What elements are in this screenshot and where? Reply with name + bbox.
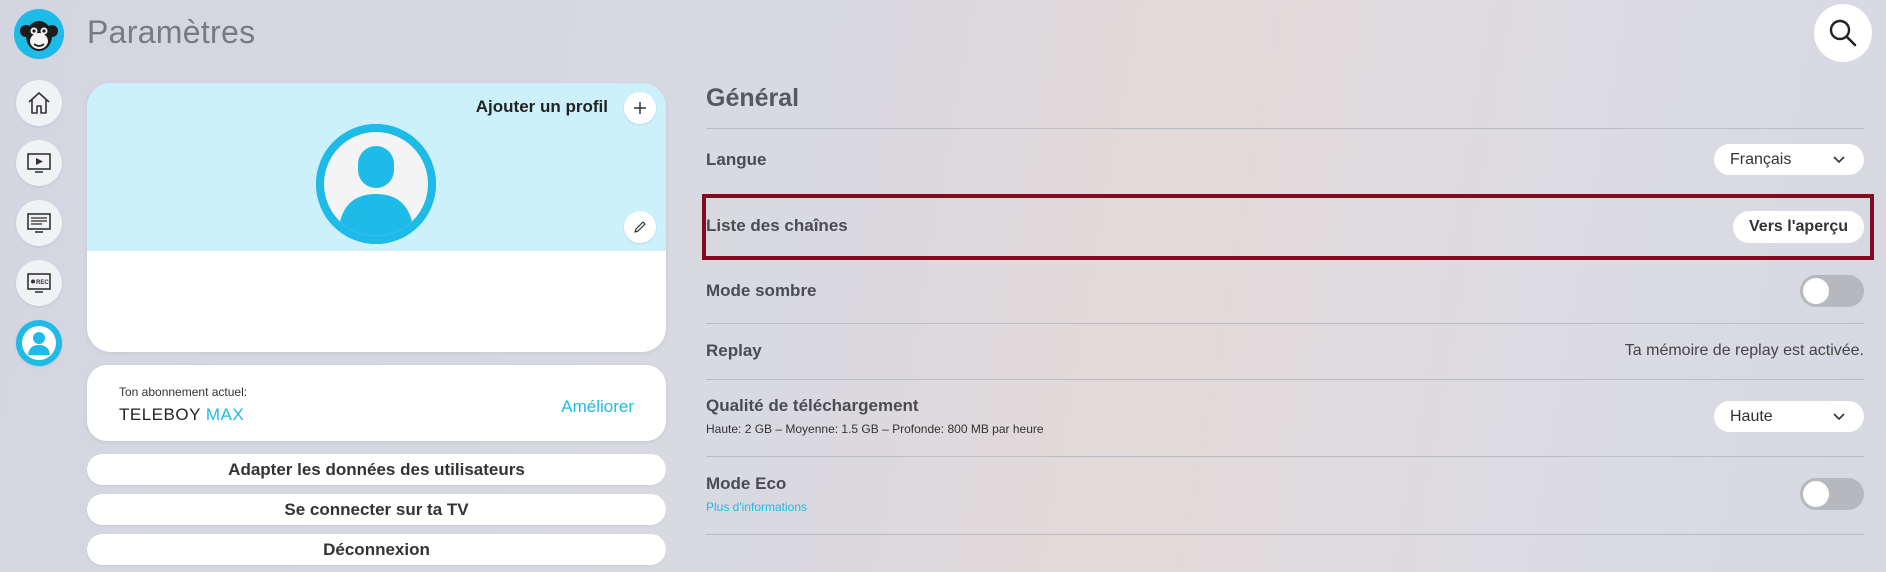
download-quality-label: Qualité de téléchargement [706, 396, 919, 415]
setting-row-eco-mode: Mode Eco Plus d'informations [706, 474, 1864, 518]
plan-name: TELEBOY [119, 405, 201, 424]
setting-row-download-quality: Qualité de téléchargement Haute: 2 GB – … [706, 396, 1864, 440]
chevron-down-icon [1833, 413, 1845, 421]
setting-row-channel-list: Liste des chaînes Vers l'aperçu [706, 210, 1864, 244]
nav-item-live-tv[interactable] [16, 140, 62, 186]
svg-text:REC: REC [36, 280, 49, 286]
divider [706, 534, 1864, 535]
divider [706, 323, 1864, 324]
download-quality-value: Haute [1730, 407, 1773, 425]
dark-mode-label: Mode sombre [706, 281, 817, 300]
connect-tv-button[interactable]: Se connecter sur ta TV [87, 494, 666, 525]
setting-row-dark-mode: Mode sombre [706, 274, 1864, 308]
upgrade-link[interactable]: Améliorer [561, 397, 634, 417]
section-title: Général [706, 84, 800, 112]
plus-icon [634, 102, 646, 114]
setting-row-replay: Replay Ta mémoire de replay est activée. [706, 339, 1864, 365]
chevron-down-icon [1833, 156, 1845, 164]
toggle-knob [1803, 278, 1829, 304]
divider [706, 379, 1864, 380]
eco-mode-toggle[interactable] [1800, 478, 1864, 510]
edit-user-data-button[interactable]: Adapter les données des utilisateurs [87, 454, 666, 485]
search-icon [1829, 19, 1857, 47]
dark-mode-toggle[interactable] [1800, 275, 1864, 307]
download-quality-description: Haute: 2 GB – Moyenne: 1.5 GB – Profonde… [706, 422, 1044, 436]
profile-card-header: Ajouter un profil [87, 83, 666, 251]
plan-tier: MAX [205, 405, 245, 424]
user-icon [22, 326, 56, 360]
nav-item-profile[interactable] [16, 320, 62, 366]
play-screen-icon [27, 153, 51, 173]
logout-button[interactable]: Déconnexion [87, 534, 666, 565]
replay-label: Replay [706, 341, 762, 360]
divider [706, 128, 1864, 129]
divider [706, 456, 1864, 457]
sidebar-nav: REC [16, 80, 62, 380]
nav-item-recordings[interactable]: REC [16, 260, 62, 306]
toggle-knob [1803, 481, 1829, 507]
channel-list-label: Liste des chaînes [706, 216, 848, 235]
add-profile-button[interactable] [624, 92, 656, 124]
language-select[interactable]: Français [1714, 144, 1864, 175]
add-profile-label[interactable]: Ajouter un profil [476, 97, 608, 117]
profile-avatar[interactable] [316, 124, 436, 244]
channel-overview-button[interactable]: Vers l'aperçu [1733, 211, 1864, 243]
nav-item-home[interactable] [16, 80, 62, 126]
eco-mode-label: Mode Eco [706, 474, 787, 493]
edit-profile-button[interactable] [624, 211, 656, 243]
eco-mode-info-link[interactable]: Plus d'informations [706, 500, 807, 514]
nav-item-tv-guide[interactable] [16, 200, 62, 246]
subscription-card: Ton abonnement actuel: TELEBOY MAX Améli… [87, 365, 666, 441]
pencil-icon [634, 221, 646, 233]
search-button[interactable] [1814, 4, 1872, 62]
language-label: Langue [706, 150, 767, 169]
profile-card: Ajouter un profil [87, 83, 666, 352]
page-title: Paramètres [87, 14, 256, 50]
setting-row-language: Langue Français [706, 144, 1864, 178]
subscription-label: Ton abonnement actuel: [119, 385, 248, 399]
monkey-logo-icon [14, 9, 64, 59]
language-value: Français [1730, 150, 1792, 168]
subscription-plan: TELEBOY MAX [119, 405, 244, 425]
guide-screen-icon [27, 213, 51, 233]
download-quality-select[interactable]: Haute [1714, 401, 1864, 432]
user-avatar-icon [316, 124, 436, 244]
home-icon [28, 92, 50, 114]
replay-status: Ta mémoire de replay est activée. [1624, 342, 1864, 359]
rec-screen-icon: REC [27, 273, 51, 293]
app-logo[interactable] [14, 9, 64, 59]
